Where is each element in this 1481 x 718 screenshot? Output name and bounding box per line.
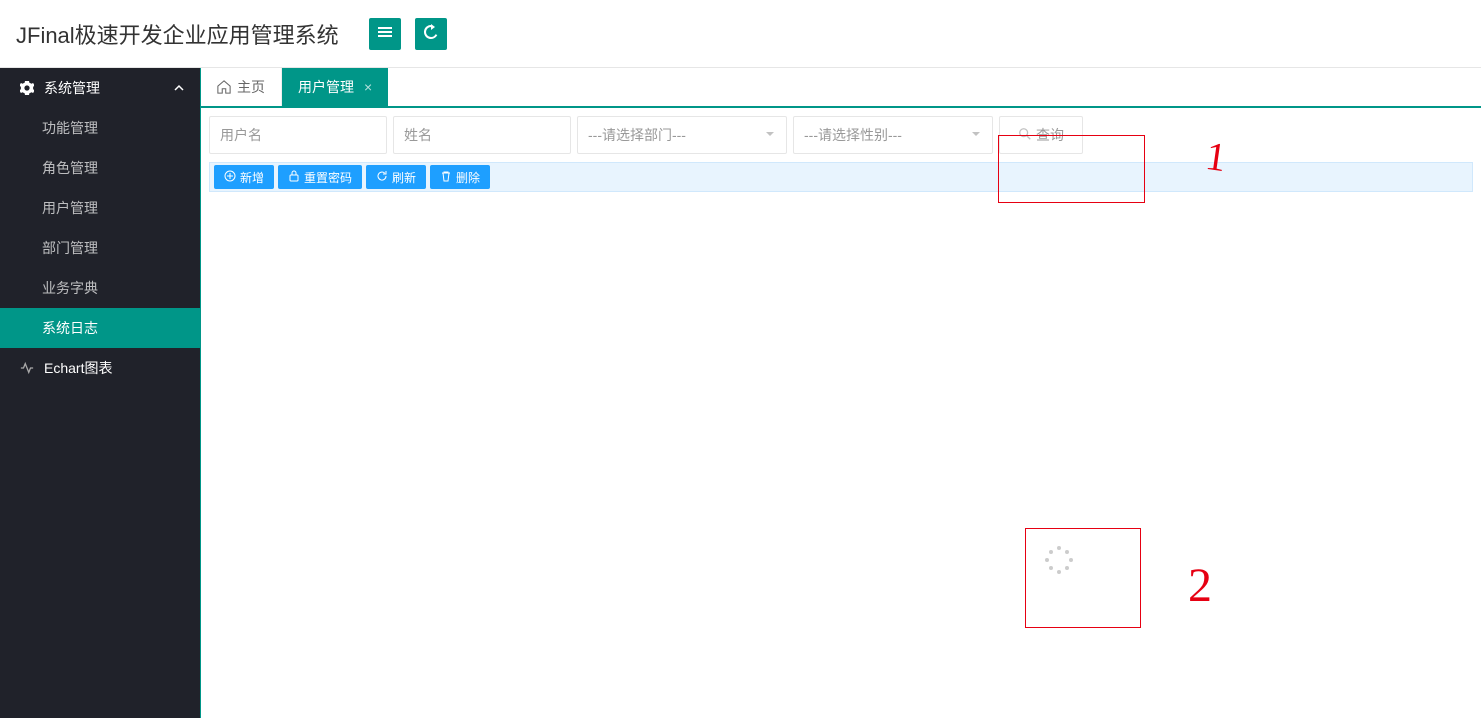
tab-content: ---请选择部门--- ---请选择性别--- 查询 (201, 108, 1481, 718)
sidebar-item-user-mgmt[interactable]: 用户管理 (0, 188, 200, 228)
loading-spinner-icon (1045, 546, 1073, 574)
sidebar-item-label: 部门管理 (42, 238, 98, 258)
add-button[interactable]: 新增 (214, 165, 274, 189)
sidebar-item-role-mgmt[interactable]: 角色管理 (0, 148, 200, 188)
tab-user-mgmt[interactable]: 用户管理 × (282, 68, 388, 106)
sidebar: 系统管理 功能管理 角色管理 用户管理 部门管理 业务字典 系统日志 Echar… (0, 68, 200, 718)
delete-button[interactable]: 删除 (430, 165, 490, 189)
select-placeholder: ---请选择部门--- (588, 125, 686, 145)
chevron-down-icon (764, 127, 776, 143)
name-input[interactable] (393, 116, 571, 154)
reset-password-button[interactable]: 重置密码 (278, 165, 362, 189)
chevron-down-icon (970, 127, 982, 143)
button-label: 新增 (240, 169, 264, 186)
sidebar-item-function-mgmt[interactable]: 功能管理 (0, 108, 200, 148)
tabs-bar: 主页 用户管理 × (201, 68, 1481, 108)
query-button[interactable]: 查询 (999, 116, 1083, 154)
dept-select[interactable]: ---请选择部门--- (577, 116, 787, 154)
tab-home[interactable]: 主页 (201, 68, 282, 106)
username-input[interactable] (209, 116, 387, 154)
sidebar-item-system-log[interactable]: 系统日志 (0, 308, 200, 348)
menu-icon (377, 24, 393, 43)
sidebar-item-label: 系统管理 (44, 78, 100, 98)
refresh-icon (376, 170, 392, 185)
main-area: 主页 用户管理 × ---请选择部门--- ---请选择性别--- (200, 68, 1481, 718)
lock-icon (288, 170, 304, 185)
button-label: 查询 (1036, 125, 1064, 145)
gender-select[interactable]: ---请选择性别--- (793, 116, 993, 154)
sidebar-item-label: 角色管理 (42, 158, 98, 178)
sidebar-item-label: Echart图表 (44, 358, 112, 378)
tab-label: 主页 (237, 77, 265, 97)
close-icon[interactable]: × (364, 80, 372, 94)
button-label: 刷新 (392, 169, 416, 186)
sidebar-item-label: 用户管理 (42, 198, 98, 218)
sidebar-item-system-mgmt[interactable]: 系统管理 (0, 68, 200, 108)
trash-icon (440, 170, 456, 185)
plus-icon (224, 170, 240, 185)
table-toolbar: 新增 重置密码 刷新 删除 (209, 162, 1473, 192)
search-icon (1018, 127, 1036, 144)
filter-row: ---请选择部门--- ---请选择性别--- 查询 (201, 108, 1481, 162)
activity-icon (20, 361, 34, 375)
sidebar-item-label: 业务字典 (42, 278, 98, 298)
chevron-up-icon (174, 80, 184, 96)
select-placeholder: ---请选择性别--- (804, 125, 902, 145)
tab-label: 用户管理 (298, 77, 354, 97)
app-title: JFinal极速开发企业应用管理系统 (16, 18, 339, 50)
button-label: 删除 (456, 169, 480, 186)
annotation-box-2 (1025, 528, 1141, 628)
menu-toggle-button[interactable] (369, 18, 401, 50)
button-label: 重置密码 (304, 169, 352, 186)
home-icon (217, 80, 231, 94)
refresh-button[interactable]: 刷新 (366, 165, 426, 189)
sidebar-item-echart[interactable]: Echart图表 (0, 348, 200, 388)
sidebar-item-label: 功能管理 (42, 118, 98, 138)
refresh-header-button[interactable] (415, 18, 447, 50)
gear-icon (20, 81, 34, 95)
top-header: JFinal极速开发企业应用管理系统 (0, 0, 1481, 68)
refresh-icon (423, 24, 439, 43)
annotation-label-2: 2 (1188, 558, 1212, 613)
sidebar-item-biz-dict[interactable]: 业务字典 (0, 268, 200, 308)
sidebar-item-label: 系统日志 (42, 318, 98, 338)
sidebar-item-dept-mgmt[interactable]: 部门管理 (0, 228, 200, 268)
